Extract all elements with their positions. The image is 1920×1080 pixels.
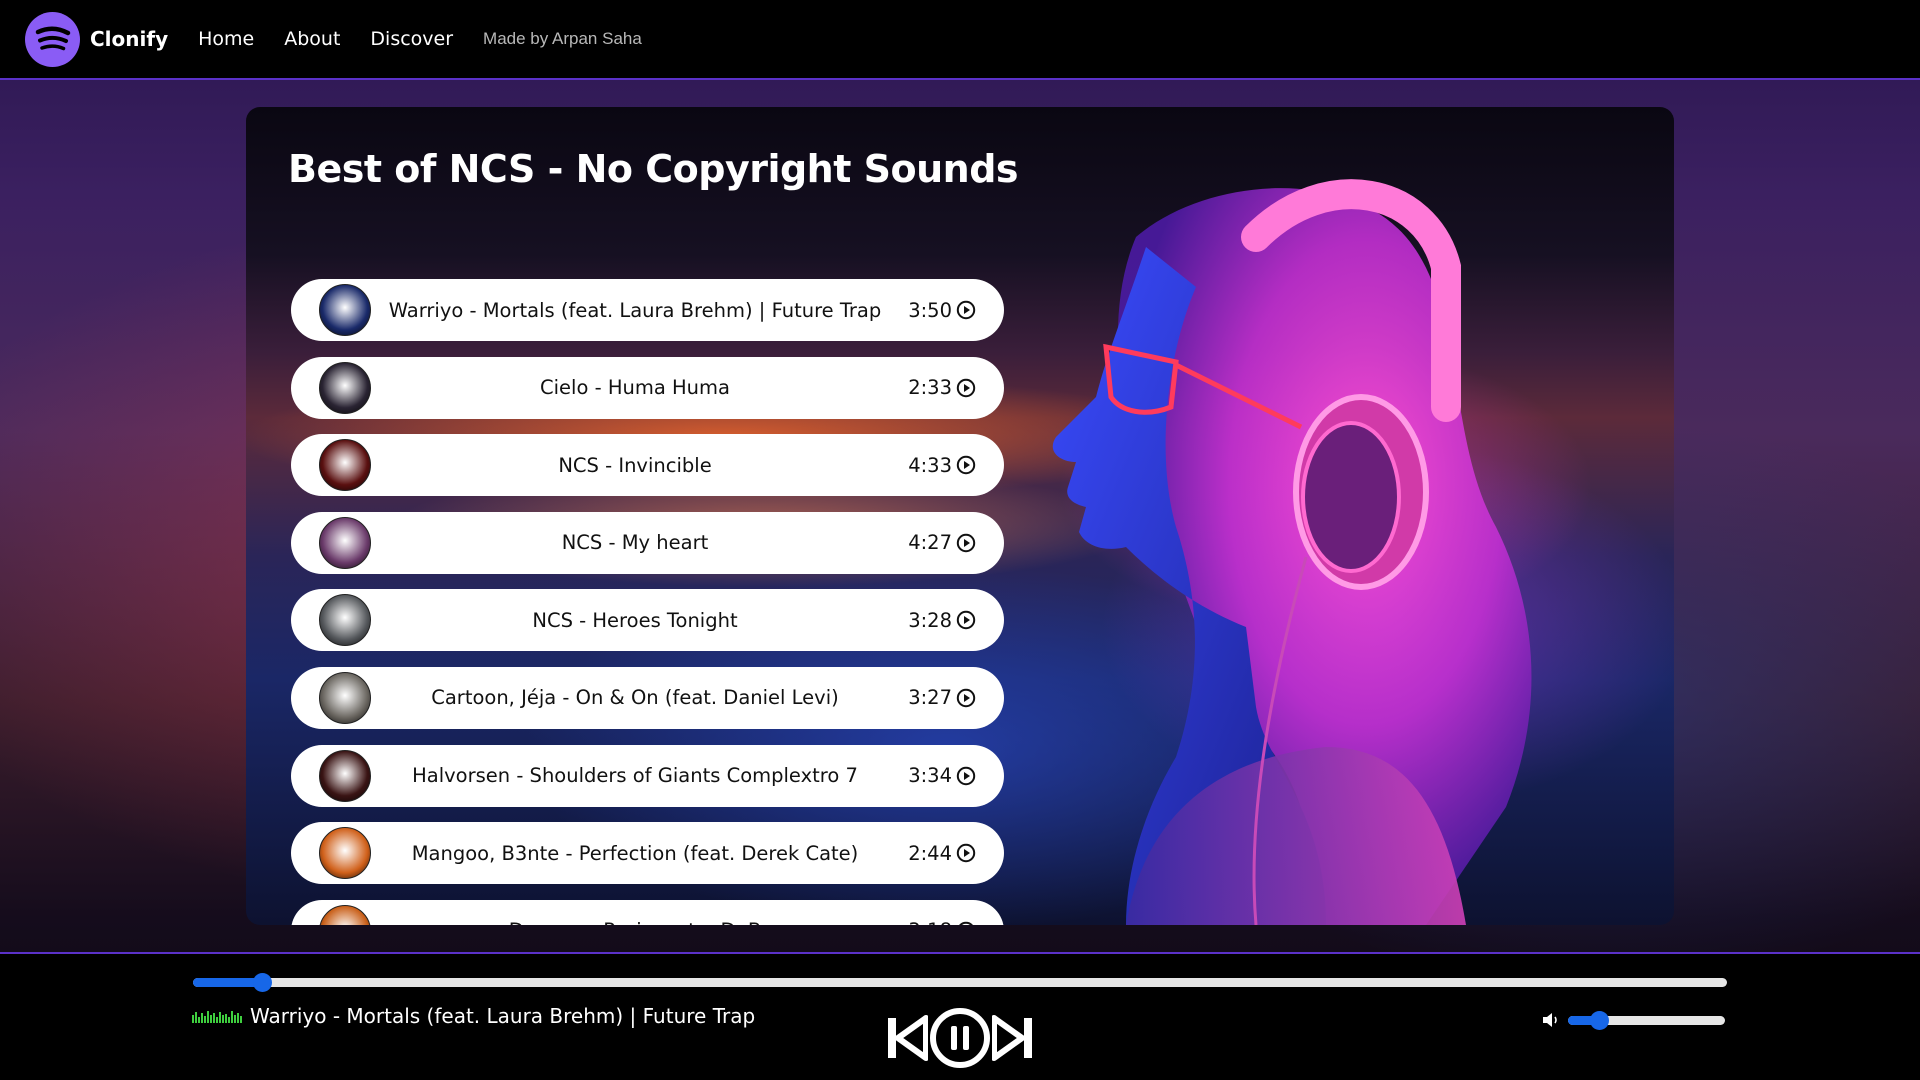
song-item[interactable]: Halvorsen - Shoulders of Giants Complext… xyxy=(291,744,1004,807)
song-cover-image xyxy=(319,904,371,925)
song-cover-image xyxy=(319,361,371,414)
song-item[interactable]: NCS - My heart 4:27 xyxy=(291,511,1004,574)
song-duration: 4:27 xyxy=(908,531,976,554)
song-duration: 3:27 xyxy=(908,686,976,709)
song-name: NCS - My heart xyxy=(561,531,709,555)
song-item[interactable]: Mangoo, B3nte - Perfection (feat. Derek … xyxy=(291,822,1004,885)
seek-bar-fill xyxy=(193,978,263,987)
pause-icon[interactable] xyxy=(929,1007,991,1069)
song-item[interactable]: Domesss R - i want u DnB 3:18 xyxy=(291,899,1004,925)
now-playing: Warriyo - Mortals (feat. Laura Brehm) | … xyxy=(192,1004,755,1028)
song-duration: 2:33 xyxy=(908,376,976,399)
play-circle-icon[interactable] xyxy=(956,533,976,553)
song-duration-text: 3:34 xyxy=(908,764,952,788)
song-duration-text: 3:18 xyxy=(908,919,952,925)
song-duration-text: 3:50 xyxy=(908,298,952,322)
play-circle-icon[interactable] xyxy=(956,455,976,475)
volume-slider-thumb[interactable] xyxy=(1590,1010,1610,1030)
song-name: Cartoon, Jéja - On & On (feat. Daniel Le… xyxy=(431,686,839,710)
song-item[interactable]: NCS - Invincible 4:33 xyxy=(291,434,1004,497)
nav-credit: Made by Arpan Saha xyxy=(483,29,642,48)
song-duration: 3:50 xyxy=(908,299,976,322)
song-name: Cielo - Huma Huma xyxy=(540,376,730,400)
now-playing-title: Warriyo - Mortals (feat. Laura Brehm) | … xyxy=(250,1004,756,1028)
song-duration-text: 2:33 xyxy=(908,376,952,400)
play-circle-icon[interactable] xyxy=(956,766,976,786)
brand-name[interactable]: Clonify xyxy=(90,27,168,51)
song-cover-image xyxy=(319,284,371,336)
song-cover-image xyxy=(319,516,371,569)
playlist-container: Best of NCS - No Copyright Sounds Warriy… xyxy=(246,107,1674,925)
song-cover-image xyxy=(319,671,371,724)
song-duration: 4:33 xyxy=(908,454,976,477)
song-duration-text: 2:44 xyxy=(908,841,952,865)
volume-control xyxy=(1541,1010,1725,1030)
seek-bar-thumb[interactable] xyxy=(253,973,273,992)
song-duration-text: 3:28 xyxy=(908,608,952,632)
song-name: Mangoo, B3nte - Perfection (feat. Derek … xyxy=(411,841,859,865)
player-controls xyxy=(886,1006,1034,1070)
previous-icon[interactable] xyxy=(886,1014,928,1062)
song-item[interactable]: NCS - Heroes Tonight 3:28 xyxy=(291,589,1004,652)
play-circle-icon[interactable] xyxy=(956,300,976,320)
song-name: Warriyo - Mortals (feat. Laura Brehm) | … xyxy=(388,298,882,322)
song-cover-image xyxy=(319,827,371,880)
playlist-title: Best of NCS - No Copyright Sounds xyxy=(288,147,1019,191)
song-duration: 3:34 xyxy=(908,764,976,787)
seek-bar[interactable] xyxy=(193,973,1727,992)
play-circle-icon[interactable] xyxy=(956,378,976,398)
player-bar: Warriyo - Mortals (feat. Laura Brehm) | … xyxy=(0,952,1920,1080)
spotify-logo-icon[interactable] xyxy=(25,11,80,67)
song-duration-text: 4:33 xyxy=(908,453,952,477)
play-circle-icon[interactable] xyxy=(956,688,976,708)
nav-home-link[interactable]: Home xyxy=(198,28,254,50)
song-list[interactable]: Warriyo - Mortals (feat. Laura Brehm) | … xyxy=(291,279,1006,925)
play-circle-icon[interactable] xyxy=(956,843,976,863)
song-name: Domesss R - i want u DnB xyxy=(386,919,884,925)
song-cover-image xyxy=(319,594,371,647)
song-item[interactable]: Cartoon, Jéja - On & On (feat. Daniel Le… xyxy=(291,666,1004,729)
song-duration-text: 3:27 xyxy=(908,686,952,710)
nav-about-link[interactable]: About xyxy=(284,28,340,50)
play-circle-icon[interactable] xyxy=(956,610,976,630)
next-icon[interactable] xyxy=(992,1014,1034,1062)
play-circle-icon[interactable] xyxy=(956,921,976,925)
song-item[interactable]: Cielo - Huma Huma 2:33 xyxy=(291,356,1004,419)
song-item[interactable]: Warriyo - Mortals (feat. Laura Brehm) | … xyxy=(291,279,1004,341)
song-duration-text: 4:27 xyxy=(908,531,952,555)
song-name: NCS - Heroes Tonight xyxy=(532,608,738,632)
song-name: Halvorsen - Shoulders of Giants Complext… xyxy=(412,764,858,788)
song-duration: 3:18 xyxy=(908,919,976,925)
song-cover-image xyxy=(319,749,371,802)
nav-discover-link[interactable]: Discover xyxy=(370,28,453,50)
song-duration: 3:28 xyxy=(908,609,976,632)
song-duration: 2:44 xyxy=(908,842,976,865)
equalizer-icon xyxy=(192,1011,242,1023)
volume-icon[interactable] xyxy=(1541,1010,1561,1030)
song-name: NCS - Invincible xyxy=(558,453,712,477)
song-cover-image xyxy=(319,439,371,492)
navbar: Clonify Home About Discover Made by Arpa… xyxy=(0,0,1920,80)
volume-slider[interactable] xyxy=(1568,1010,1725,1030)
